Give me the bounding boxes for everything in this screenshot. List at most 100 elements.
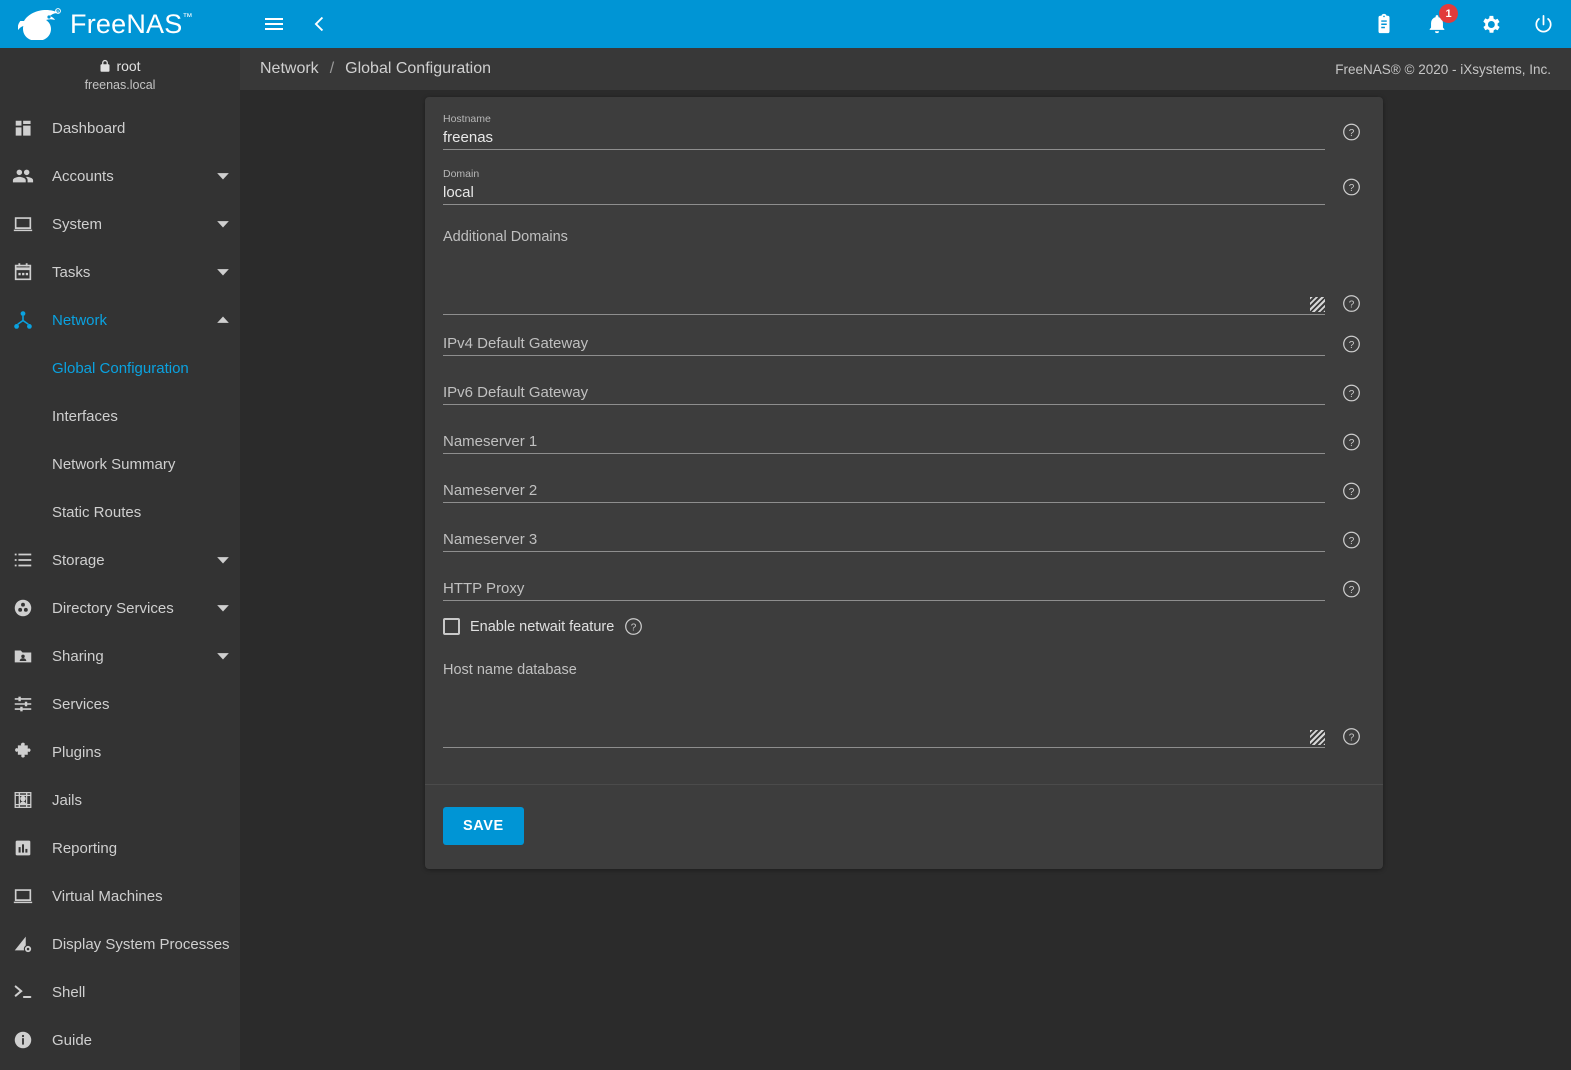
help-circle-icon[interactable]: ?: [1342, 383, 1361, 402]
directory-services-icon: [12, 597, 52, 619]
nameserver-2-input[interactable]: Nameserver 2: [443, 478, 1325, 503]
breadcrumb-current: Global Configuration: [345, 60, 491, 78]
sidebar-subitem-label: Interfaces: [52, 408, 118, 425]
help-circle-icon[interactable]: ?: [1342, 481, 1361, 500]
sidebar-item-interfaces[interactable]: Interfaces: [0, 392, 240, 440]
domain-field[interactable]: Domain local ?: [443, 168, 1365, 205]
sidebar-item-label: Plugins: [52, 744, 240, 761]
sidebar-item-sharing[interactable]: Sharing: [0, 632, 240, 680]
notifications-bell-icon[interactable]: 1: [1423, 10, 1451, 38]
chevron-down-icon[interactable]: [206, 649, 240, 663]
nameserver-3-field[interactable]: Nameserver 3 ?: [443, 527, 1365, 552]
sidebar: root freenas.local Dashboard Accounts: [0, 48, 240, 1070]
domain-label: Domain: [443, 168, 1325, 180]
chevron-down-icon[interactable]: [206, 553, 240, 567]
enable-netwait-checkbox[interactable]: [443, 618, 460, 635]
help-circle-icon[interactable]: ?: [1342, 294, 1361, 313]
hostname-input[interactable]: freenas: [443, 126, 1325, 150]
sidebar-item-dashboard[interactable]: Dashboard: [0, 104, 240, 152]
sidebar-item-network[interactable]: Network: [0, 296, 240, 344]
host-name-database-textarea[interactable]: [443, 678, 1325, 748]
sidebar-item-global-configuration[interactable]: Global Configuration: [0, 344, 240, 392]
sidebar-item-system[interactable]: System: [0, 200, 240, 248]
svg-text:?: ?: [1349, 339, 1355, 350]
additional-domains-textarea[interactable]: [443, 245, 1325, 315]
help-circle-icon[interactable]: ?: [624, 617, 643, 636]
host-name-database-label: Host name database: [443, 656, 1325, 678]
jails-icon: [12, 789, 52, 811]
ipv6-default-gateway-input[interactable]: IPv6 Default Gateway: [443, 380, 1325, 405]
sidebar-item-tasks[interactable]: Tasks: [0, 248, 240, 296]
sidebar-item-label: System: [52, 216, 206, 233]
chevron-down-icon[interactable]: [206, 217, 240, 231]
network-icon: [12, 309, 52, 331]
power-icon[interactable]: [1529, 10, 1557, 38]
plugins-icon: [12, 741, 52, 763]
sidebar-item-label: Accounts: [52, 168, 206, 185]
global-configuration-form: Hostname freenas ? Domain local ? Ad: [425, 97, 1383, 784]
sidebar-item-reporting[interactable]: Reporting: [0, 824, 240, 872]
sidebar-item-label: Guide: [52, 1032, 240, 1049]
help-circle-icon[interactable]: ?: [1342, 432, 1361, 451]
sidebar-item-services[interactable]: Services: [0, 680, 240, 728]
ipv6-default-gateway-field[interactable]: IPv6 Default Gateway ?: [443, 380, 1365, 405]
services-icon: [12, 693, 52, 715]
additional-domains-field[interactable]: Additional Domains ?: [443, 223, 1365, 315]
http-proxy-field[interactable]: HTTP Proxy ?: [443, 576, 1365, 601]
accounts-icon: [12, 165, 52, 187]
resize-handle-icon[interactable]: [1310, 730, 1325, 745]
svg-text:?: ?: [1349, 299, 1355, 310]
breadcrumb: Network / Global Configuration: [260, 60, 491, 78]
copyright-text: FreeNAS® © 2020 - iXsystems, Inc.: [1335, 62, 1551, 77]
chevron-down-icon[interactable]: [206, 169, 240, 183]
sidebar-item-virtual-machines[interactable]: Virtual Machines: [0, 872, 240, 920]
sidebar-item-jails[interactable]: Jails: [0, 776, 240, 824]
http-proxy-input[interactable]: HTTP Proxy: [443, 576, 1325, 601]
sidebar-item-display-system-processes[interactable]: Display System Processes: [0, 920, 240, 968]
help-circle-icon[interactable]: ?: [1342, 334, 1361, 353]
sidebar-item-accounts[interactable]: Accounts: [0, 152, 240, 200]
sidebar-item-shell[interactable]: Shell: [0, 968, 240, 1016]
breadcrumb-parent[interactable]: Network: [260, 60, 319, 78]
ipv4-default-gateway-field[interactable]: IPv4 Default Gateway ?: [443, 331, 1365, 356]
sidebar-item-static-routes[interactable]: Static Routes: [0, 488, 240, 536]
help-circle-icon[interactable]: ?: [1342, 727, 1361, 746]
help-circle-icon[interactable]: ?: [1342, 530, 1361, 549]
chevron-up-icon[interactable]: [206, 313, 240, 327]
enable-netwait-row[interactable]: Enable netwait feature ?: [443, 617, 1365, 636]
sidebar-user-block: root freenas.local: [0, 48, 240, 104]
nameserver-1-field[interactable]: Nameserver 1 ?: [443, 429, 1365, 454]
main-content: Network / Global Configuration FreeNAS® …: [240, 48, 1571, 1070]
sidebar-item-guide[interactable]: Guide: [0, 1016, 240, 1064]
help-circle-icon[interactable]: ?: [1342, 579, 1361, 598]
hostname-field[interactable]: Hostname freenas ?: [443, 113, 1365, 150]
sidebar-item-label: Jails: [52, 792, 240, 809]
sidebar-subitem-label: Network Summary: [52, 456, 175, 473]
chevron-left-icon[interactable]: [306, 10, 334, 38]
help-circle-icon[interactable]: ?: [1342, 177, 1361, 196]
sharing-icon: [12, 645, 52, 667]
hamburger-menu-icon[interactable]: [260, 10, 288, 38]
ipv4-default-gateway-input[interactable]: IPv4 Default Gateway: [443, 331, 1325, 356]
nameserver-1-input[interactable]: Nameserver 1: [443, 429, 1325, 454]
resize-handle-icon[interactable]: [1310, 297, 1325, 312]
sidebar-item-network-summary[interactable]: Network Summary: [0, 440, 240, 488]
host-name-database-field[interactable]: Host name database ?: [443, 656, 1365, 748]
brand-logo-area[interactable]: R FreeNAS™: [0, 0, 240, 48]
reporting-icon: [12, 837, 52, 859]
sidebar-item-storage[interactable]: Storage: [0, 536, 240, 584]
guide-icon: [12, 1029, 52, 1051]
sidebar-item-label: Storage: [52, 552, 206, 569]
gear-icon[interactable]: [1476, 10, 1504, 38]
chevron-down-icon[interactable]: [206, 601, 240, 615]
chevron-down-icon[interactable]: [206, 265, 240, 279]
sidebar-item-plugins[interactable]: Plugins: [0, 728, 240, 776]
domain-input[interactable]: local: [443, 181, 1325, 205]
nameserver-2-field[interactable]: Nameserver 2 ?: [443, 478, 1365, 503]
sidebar-item-directory-services[interactable]: Directory Services: [0, 584, 240, 632]
save-button[interactable]: SAVE: [443, 807, 524, 845]
clipboard-icon[interactable]: [1370, 10, 1398, 38]
nameserver-3-input[interactable]: Nameserver 3: [443, 527, 1325, 552]
sidebar-item-label: Reporting: [52, 840, 240, 857]
help-circle-icon[interactable]: ?: [1342, 122, 1361, 141]
